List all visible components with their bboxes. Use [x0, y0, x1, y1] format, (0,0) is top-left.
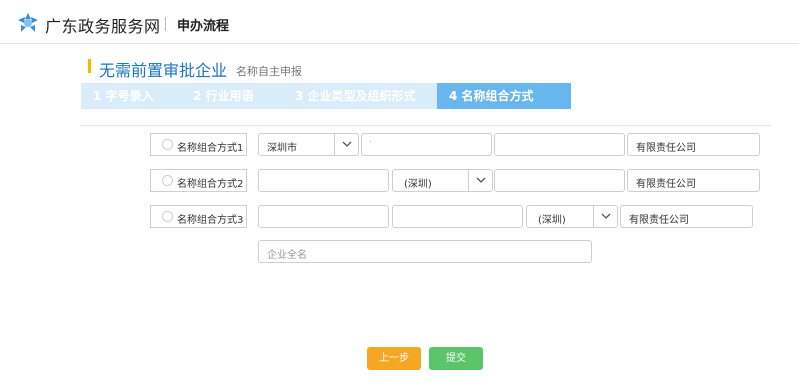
option-label: 名称组合方式3: [177, 215, 244, 226]
full-name-input[interactable]: 企业全名: [258, 240, 592, 263]
page-subtitle: 名称自主申报: [236, 65, 302, 78]
city-select-1[interactable]: 深圳市: [258, 133, 359, 156]
full-name-placeholder: 企业全名: [267, 250, 307, 261]
suffix-field-2[interactable]: 有限责任公司: [627, 169, 760, 192]
radio-circle-icon[interactable]: [162, 139, 173, 150]
section-title: 申办流程: [177, 19, 230, 34]
step-progress: 1 字号录入 2 行业用语 3 企业类型及组织形式 4 名称组合方式: [81, 83, 571, 109]
chevron-down-icon[interactable]: [334, 134, 358, 155]
suffix-value: 有限责任公司: [636, 143, 696, 154]
option-1-radio[interactable]: 名称组合方式1: [150, 133, 247, 156]
region-select-3[interactable]: (深圳): [526, 205, 618, 228]
page-title: 无需前置审批企业: [99, 61, 228, 80]
chevron-down-icon[interactable]: [468, 170, 492, 191]
option-2-radio[interactable]: 名称组合方式2: [150, 169, 247, 192]
name-part-1b-input[interactable]: [494, 133, 625, 156]
step-label: 1 字号录入: [93, 89, 154, 103]
title-accent-bar: [88, 59, 91, 73]
step-3: 3 企业类型及组织形式: [283, 83, 455, 109]
option-label: 名称组合方式2: [177, 179, 244, 190]
guangdong-gov-logo-icon: [18, 13, 38, 32]
step-label: 2 行业用语: [193, 89, 254, 103]
suffix-field-1[interactable]: 有限责任公司: [627, 133, 760, 156]
suffix-field-3[interactable]: 有限责任公司: [620, 205, 753, 228]
name-part-1a-input[interactable]: ·: [361, 133, 492, 156]
site-name[interactable]: 广东政务服务网: [45, 13, 161, 37]
prev-step-button[interactable]: 上一步: [367, 347, 421, 370]
suffix-value: 有限责任公司: [629, 215, 689, 226]
step-1: 1 字号录入: [81, 83, 202, 109]
radio-circle-icon[interactable]: [162, 175, 173, 186]
option-3-radio[interactable]: 名称组合方式3: [150, 205, 247, 228]
option-label: 名称组合方式1: [177, 143, 244, 154]
step-label: 3 企业类型及组织形式: [295, 89, 416, 103]
region-value: (深圳): [538, 215, 566, 226]
name-part-3b-input[interactable]: [392, 205, 523, 228]
name-part-2b-input[interactable]: [494, 169, 625, 192]
chevron-down-icon[interactable]: [593, 206, 617, 227]
submit-button[interactable]: 提交: [429, 347, 483, 370]
region-select-2[interactable]: (深圳): [392, 169, 493, 192]
radio-circle-icon[interactable]: [162, 211, 173, 222]
step-4-active: 4 名称组合方式: [437, 83, 571, 109]
text-cursor: ·: [369, 137, 373, 148]
top-header: 广东政务服务网 申办流程: [0, 0, 799, 44]
name-part-2a-input[interactable]: [258, 169, 389, 192]
suffix-value: 有限责任公司: [636, 179, 696, 190]
step-2: 2 行业用语: [181, 83, 303, 109]
section-divider: [81, 125, 771, 126]
header-divider: [165, 17, 166, 31]
region-value: (深圳): [404, 179, 432, 190]
city-value: 深圳市: [267, 143, 297, 154]
step-label: 4 名称组合方式: [449, 89, 534, 103]
name-part-3a-input[interactable]: [258, 205, 389, 228]
